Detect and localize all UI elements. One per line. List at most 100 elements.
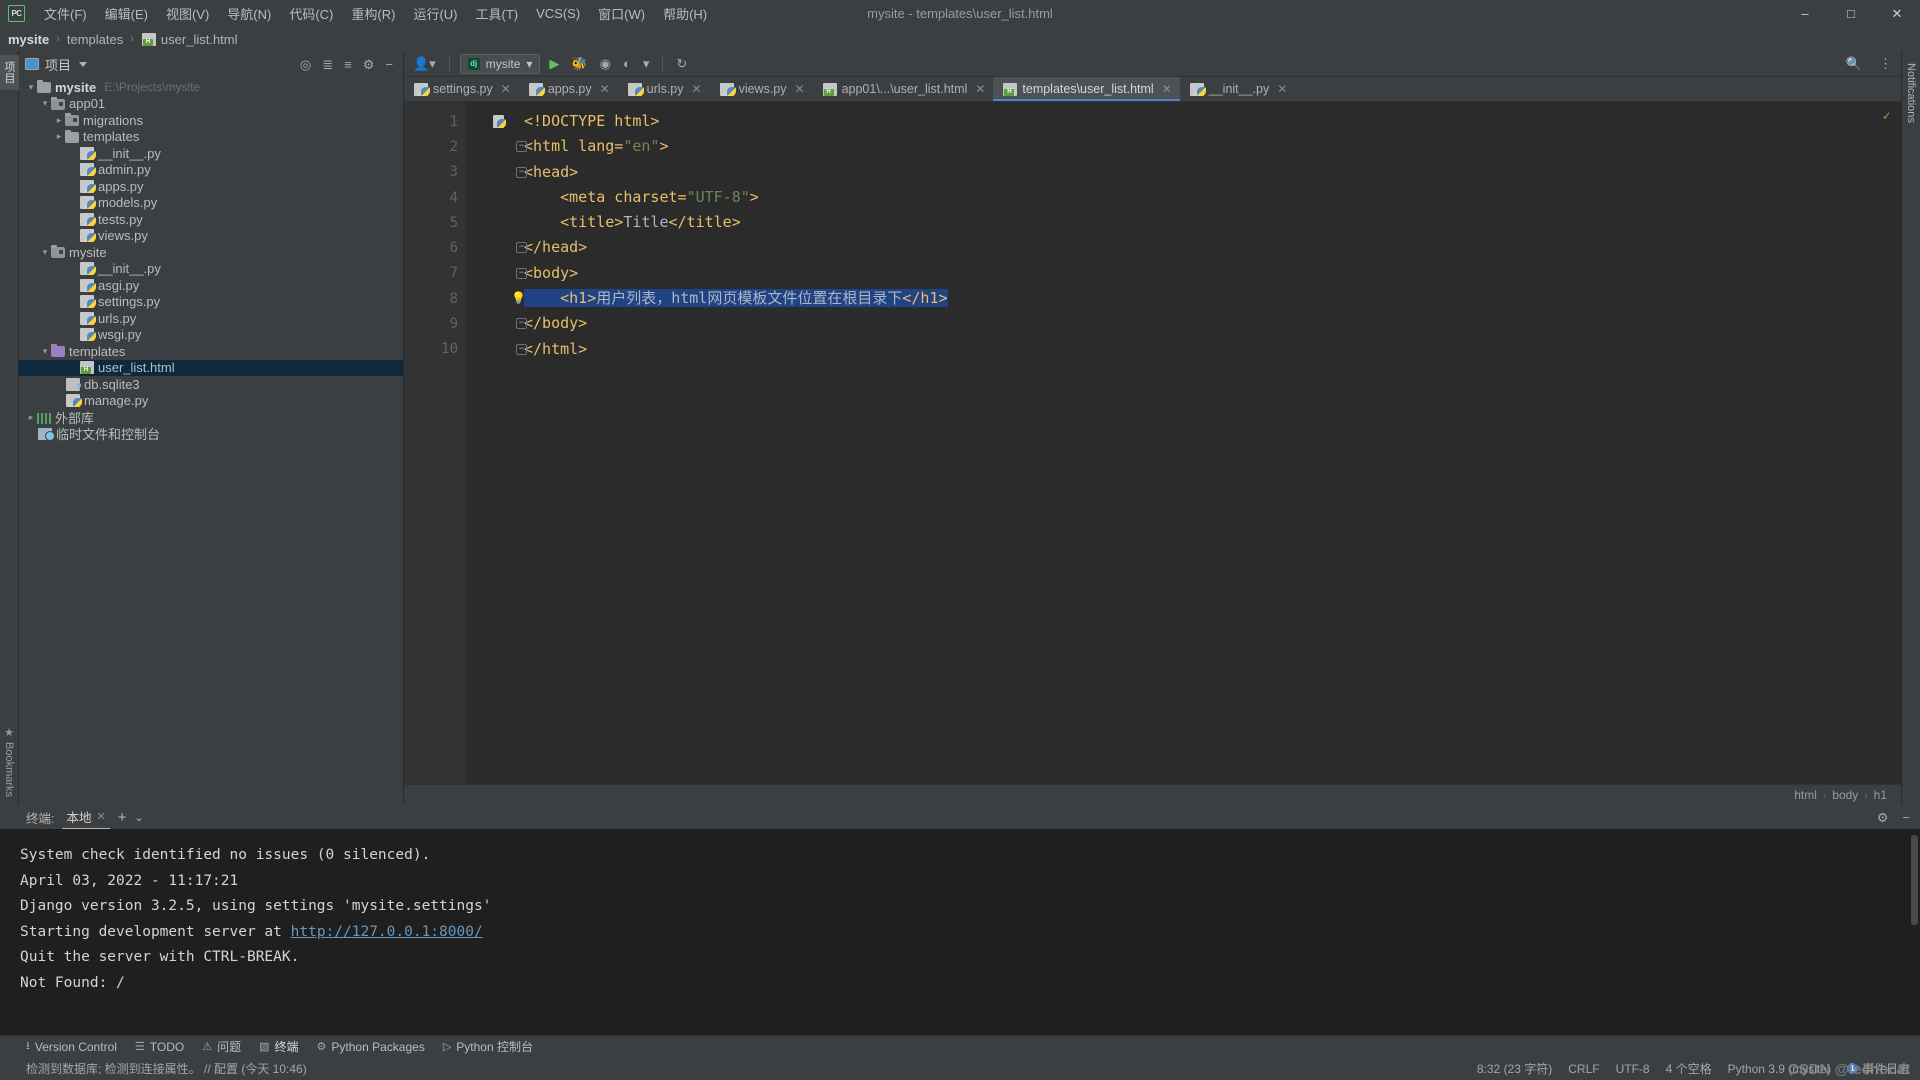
editor-breadcrumb-h1[interactable]: h1	[1874, 788, 1887, 802]
event-log-button[interactable]: 1 事件日志	[1847, 1060, 1910, 1077]
tree-expand-arrow-icon[interactable]: ▾	[39, 98, 51, 109]
terminal-scrollbar[interactable]	[1908, 829, 1920, 1035]
menu-file[interactable]: 文件(F)	[35, 1, 96, 26]
settings-gear-icon[interactable]: ⚙	[1877, 811, 1889, 824]
code-fold-toggle-icon[interactable]: −	[516, 268, 527, 279]
tree-node-templates[interactable]: ▾templates	[19, 343, 403, 360]
tree-node-manage-py[interactable]: manage.py	[19, 393, 403, 410]
tree-node-临时文件和控制台[interactable]: 临时文件和控制台	[19, 426, 403, 443]
editor-tab-settings-py[interactable]: settings.py✕	[404, 77, 519, 101]
tree-node-admin-py[interactable]: admin.py	[19, 162, 403, 179]
code-line[interactable]: −<html lang="en">	[466, 134, 1901, 159]
editor-tab-__init__-py[interactable]: __init__.py✕	[1180, 77, 1296, 101]
tree-node-user_list-html[interactable]: user_list.html	[19, 360, 403, 377]
tree-node-templates[interactable]: ▸templates	[19, 129, 403, 146]
indent-setting[interactable]: 4 个空格	[1666, 1060, 1712, 1077]
python-interpreter[interactable]: Python 3.9 (mysite)	[1728, 1062, 1831, 1076]
more-options-icon[interactable]: ⋮	[1876, 54, 1895, 74]
hide-panel-icon[interactable]: −	[385, 58, 393, 71]
code-fold-toggle-icon[interactable]: −	[516, 167, 527, 178]
menu-vcs[interactable]: VCS(S)	[527, 3, 589, 24]
close-button[interactable]: ✕	[1874, 0, 1920, 27]
tree-node-__init__-py[interactable]: __init__.py	[19, 261, 403, 278]
git-update-icon[interactable]: ↻	[673, 54, 690, 74]
add-terminal-icon[interactable]: +	[118, 809, 127, 826]
menu-help[interactable]: 帮助(H)	[654, 1, 716, 26]
minimize-button[interactable]: –	[1782, 0, 1828, 27]
tree-node-asgi-py[interactable]: asgi.py	[19, 277, 403, 294]
menu-view[interactable]: 视图(V)	[157, 1, 218, 26]
menu-navigate[interactable]: 导航(N)	[218, 1, 280, 26]
more-run-options-icon[interactable]: ▾	[640, 54, 653, 74]
bottom-tab-terminal[interactable]: ▧ 终端	[259, 1038, 298, 1055]
menu-tools[interactable]: 工具(T)	[466, 1, 527, 26]
tool-window-tab-bookmarks[interactable]: ★ Bookmarks	[3, 726, 16, 797]
run-icon[interactable]: ▶	[546, 54, 562, 74]
code-line[interactable]: <meta charset="UTF-8">	[466, 185, 1901, 210]
code-line[interactable]: <!DOCTYPE html>	[466, 109, 1901, 134]
tree-node-views-py[interactable]: views.py	[19, 228, 403, 245]
tree-node-urls-py[interactable]: urls.py	[19, 310, 403, 327]
breadcrumb-folder[interactable]: templates	[67, 32, 123, 47]
code-line[interactable]: 💡 <h1>用户列表，html网页模板文件位置在根目录下</h1>	[466, 286, 1901, 311]
close-icon[interactable]: ✕	[795, 82, 805, 96]
close-icon[interactable]: ✕	[692, 82, 702, 96]
close-icon[interactable]: ✕	[1162, 82, 1172, 96]
code-fold-toggle-icon[interactable]: −	[516, 344, 527, 355]
code-fold-toggle-icon[interactable]: −	[516, 141, 527, 152]
tree-node-外部库[interactable]: ▸外部库	[19, 409, 403, 426]
code-line[interactable]: −<head>	[466, 160, 1901, 185]
intention-bulb-icon[interactable]: 💡	[511, 291, 525, 305]
bottom-tab-version-control[interactable]: ⭳ Version Control	[26, 1037, 117, 1056]
tree-expand-arrow-icon[interactable]: ▸	[53, 115, 65, 126]
terminal-link[interactable]: http://127.0.0.1:8000/	[291, 924, 483, 940]
code-line[interactable]: −</head>	[466, 235, 1901, 260]
code-line[interactable]: −</body>	[466, 311, 1901, 336]
project-file-tree[interactable]: ▾mysiteE:\Projects\mysite▾app01▸migratio…	[19, 77, 403, 805]
code-fold-toggle-icon[interactable]: −	[516, 242, 527, 253]
tree-expand-arrow-icon[interactable]: ▸	[53, 131, 65, 142]
menu-window[interactable]: 窗口(W)	[589, 1, 654, 26]
tree-expand-arrow-icon[interactable]: ▾	[39, 346, 51, 357]
terminal-output[interactable]: System check identified no issues (0 sil…	[0, 829, 1920, 1035]
caret-position[interactable]: 8:32 (23 字符)	[1477, 1060, 1552, 1077]
code-editor[interactable]: 12345678910 ✓ <!DOCTYPE html>−<html lang…	[404, 102, 1901, 784]
tree-node-db-sqlite3[interactable]: db.sqlite3	[19, 376, 403, 393]
tree-node-migrations[interactable]: ▸migrations	[19, 112, 403, 129]
editor-breadcrumb-body[interactable]: body	[1832, 788, 1858, 802]
editor-vertical-scrollbar[interactable]	[1889, 102, 1901, 784]
bottom-tab-problems[interactable]: ⚠ 问题	[202, 1038, 241, 1055]
close-icon[interactable]: ✕	[97, 810, 106, 823]
editor-tab-bar[interactable]: settings.py✕apps.py✕urls.py✕views.py✕app…	[404, 77, 1901, 102]
menu-edit[interactable]: 编辑(E)	[96, 1, 157, 26]
breadcrumb-file[interactable]: user_list.html	[141, 32, 238, 47]
tree-node-apps-py[interactable]: apps.py	[19, 178, 403, 195]
terminal-tab-local[interactable]: 本地 ✕	[62, 805, 109, 830]
editor-tab-templates-user_list-html[interactable]: templates\user_list.html✕	[993, 77, 1179, 101]
code-line[interactable]: −<body>	[466, 261, 1901, 286]
close-icon[interactable]: ✕	[501, 82, 511, 96]
hide-panel-icon[interactable]: −	[1902, 811, 1910, 824]
chevron-down-icon[interactable]	[79, 62, 87, 67]
gutter-python-icon[interactable]	[493, 115, 504, 128]
tree-node-settings-py[interactable]: settings.py	[19, 294, 403, 311]
line-separator[interactable]: CRLF	[1568, 1062, 1599, 1076]
editor-code-area[interactable]: ✓ <!DOCTYPE html>−<html lang="en">−<head…	[466, 102, 1901, 784]
editor-tab-urls-py[interactable]: urls.py✕	[618, 77, 710, 101]
chevron-down-icon[interactable]: ⌄	[134, 811, 143, 824]
code-line[interactable]: <title>Title</title>	[466, 210, 1901, 235]
tree-node-tests-py[interactable]: tests.py	[19, 211, 403, 228]
settings-gear-icon[interactable]: ⚙	[363, 58, 375, 71]
debug-icon[interactable]: 🐝	[568, 54, 590, 74]
collapse-all-icon[interactable]: ≡	[344, 58, 352, 71]
editor-tab-views-py[interactable]: views.py✕	[710, 77, 813, 101]
tool-window-tab-project[interactable]: 项目	[0, 55, 19, 90]
breadcrumb-project[interactable]: mysite	[8, 32, 49, 47]
maximize-button[interactable]: □	[1828, 0, 1874, 27]
close-icon[interactable]: ✕	[975, 82, 985, 96]
locate-file-icon[interactable]: ◎	[300, 58, 311, 71]
tree-expand-arrow-icon[interactable]: ▸	[25, 412, 37, 423]
user-account-icon[interactable]: 👤▾	[410, 54, 439, 74]
tree-node-__init__-py[interactable]: __init__.py	[19, 145, 403, 162]
tool-window-tab-notifications[interactable]: Notifications	[1903, 57, 1919, 129]
